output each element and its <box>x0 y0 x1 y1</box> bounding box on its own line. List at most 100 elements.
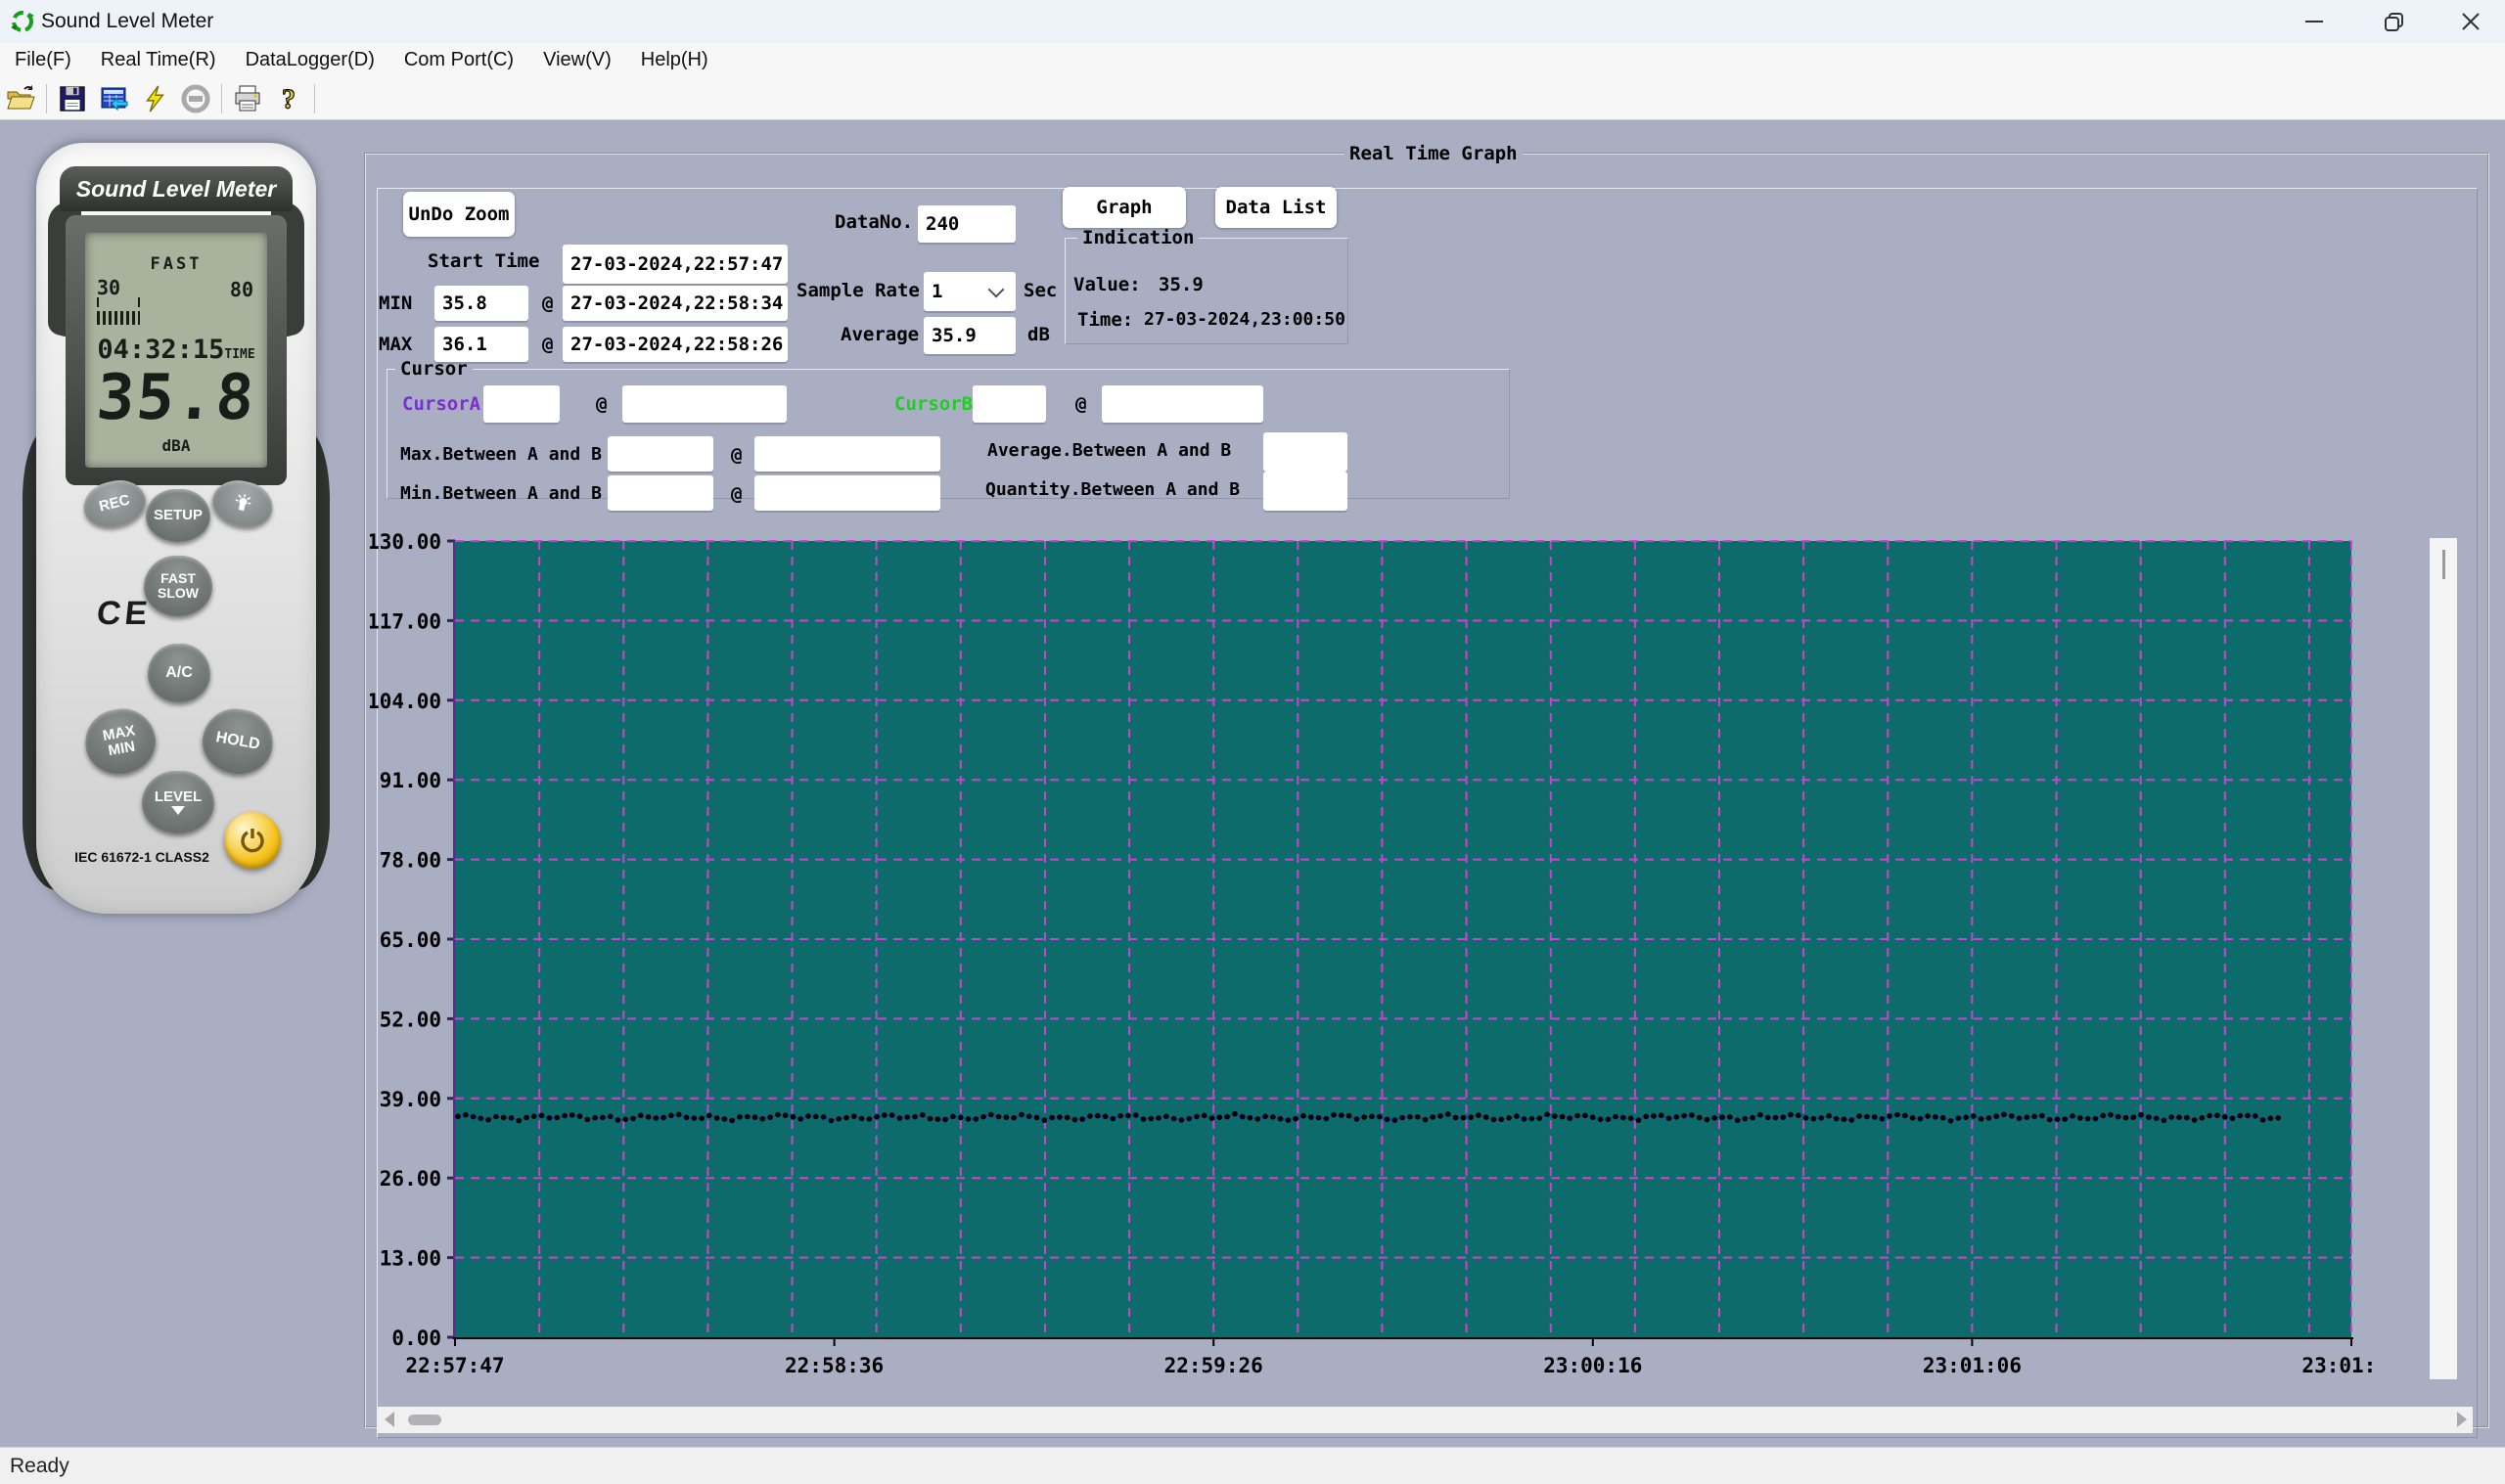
max-time-field[interactable]: 27-03-2024,22:58:26 <box>563 327 788 362</box>
quantity-between-label: Quantity.Between A and B <box>985 479 1240 500</box>
at-sign: @ <box>731 444 742 466</box>
svg-text:23:01:06: 23:01:06 <box>1923 1354 2022 1377</box>
cursor-a-value-field[interactable] <box>483 385 560 423</box>
sample-rate-unit: Sec <box>1024 280 1057 301</box>
toolbar-separator <box>46 84 47 113</box>
lcd-elapsed-time: 04:32:15TIME <box>85 335 267 365</box>
svg-text:23:00:16: 23:00:16 <box>1543 1354 1642 1377</box>
menu-file[interactable]: File(F) <box>0 43 86 77</box>
chart-horizontal-scrollbar[interactable] <box>377 1407 2473 1433</box>
power-icon <box>239 827 266 854</box>
data-no-field[interactable]: 240 <box>918 205 1016 243</box>
save-icon[interactable] <box>52 81 93 116</box>
sample-rate-label: Sample Rate <box>797 280 920 301</box>
svg-text:22:57:47: 22:57:47 <box>405 1354 504 1377</box>
down-triangle-icon <box>171 806 185 815</box>
open-file-icon[interactable] <box>0 81 41 116</box>
ce-mark: CE <box>95 595 153 633</box>
realtime-start-icon[interactable] <box>134 81 175 116</box>
quantity-between-value-field[interactable] <box>1263 472 1347 511</box>
device-fast-slow-button: FASTSLOW <box>144 556 212 616</box>
svg-text:22:58:36: 22:58:36 <box>785 1354 884 1377</box>
max-label: MAX <box>379 334 412 355</box>
cursor-b-time-field[interactable] <box>1102 385 1263 423</box>
minimize-button-icon[interactable] <box>2280 0 2348 43</box>
chart-vertical-scrollbar[interactable] <box>2430 538 2457 1379</box>
scroll-right-arrow-icon[interactable] <box>2457 1412 2467 1427</box>
average-between-value-field[interactable] <box>1263 432 1347 472</box>
start-time-field[interactable]: 27-03-2024,22:57:47 <box>563 245 788 284</box>
graph-button[interactable]: Graph <box>1063 187 1186 228</box>
min-value-field[interactable]: 35.8 <box>434 286 528 321</box>
menu-view[interactable]: View(V) <box>528 43 626 77</box>
average-field[interactable]: 35.9 <box>924 317 1016 354</box>
restore-button-icon[interactable] <box>2360 0 2429 43</box>
device-brand-text: Sound Level Meter <box>76 176 276 202</box>
min-label: MIN <box>379 292 412 314</box>
min-between-label: Min.Between A and B <box>400 483 602 504</box>
lcd-bar-marks <box>97 297 140 307</box>
svg-text:22:59:26: 22:59:26 <box>1164 1354 1263 1377</box>
svg-text:130.00: 130.00 <box>370 530 441 554</box>
undo-zoom-button[interactable]: UnDo Zoom <box>403 192 515 237</box>
indication-legend: Indication <box>1077 227 1199 248</box>
bulb-icon <box>231 492 254 516</box>
indication-group: Indication Value: 35.9 Time: 27-03-2024,… <box>1065 227 1348 344</box>
lcd-unit: dBA <box>85 436 267 455</box>
about-icon[interactable]: ? <box>268 81 309 116</box>
toolbar: ? <box>0 77 2505 120</box>
max-between-value-field[interactable] <box>608 436 713 472</box>
average-unit: dB <box>1027 324 1050 345</box>
print-icon[interactable] <box>227 81 268 116</box>
status-text: Ready <box>10 1455 69 1478</box>
cursor-legend: Cursor <box>395 358 473 380</box>
cursor-group: Cursor CursorA @ CursorB @ Max.Between A… <box>387 358 1510 499</box>
cursor-a-time-field[interactable] <box>622 385 787 423</box>
lcd-screen: FAST 30 80 04:32:15TIME 35.8 dBA <box>85 233 267 468</box>
realtime-chart[interactable]: 130.00117.00104.0091.0078.0065.0052.0039… <box>370 524 2376 1405</box>
lcd-range-high: 80 <box>230 278 253 301</box>
scroll-left-arrow-icon[interactable] <box>385 1412 394 1427</box>
max-value-field[interactable]: 36.1 <box>434 327 528 362</box>
sample-rate-select[interactable]: 1 <box>924 272 1016 311</box>
at-sign: @ <box>1075 393 1086 415</box>
menu-bar: File(F) Real Time(R) DataLogger(D) Com P… <box>0 43 2505 77</box>
menu-real-time[interactable]: Real Time(R) <box>86 43 231 77</box>
menu-datalogger[interactable]: DataLogger(D) <box>231 43 389 77</box>
svg-text:0.00: 0.00 <box>391 1327 441 1350</box>
datalogger-icon[interactable] <box>93 81 134 116</box>
vertical-scroll-thumb[interactable] <box>2442 550 2445 579</box>
stop-icon[interactable] <box>175 81 216 116</box>
svg-text:78.00: 78.00 <box>380 849 441 873</box>
max-between-time-field[interactable] <box>754 436 940 472</box>
indication-value-label: Value: <box>1073 274 1141 295</box>
average-label: Average <box>841 324 919 345</box>
min-between-value-field[interactable] <box>608 475 713 511</box>
svg-text:39.00: 39.00 <box>380 1088 441 1111</box>
menu-com-port[interactable]: Com Port(C) <box>389 43 528 77</box>
status-bar: Ready <box>0 1447 2505 1484</box>
device-certification-text: IEC 61672-1 CLASS2 <box>54 849 230 865</box>
at-sign: @ <box>596 393 607 415</box>
panel-title: Real Time Graph <box>1344 143 1523 164</box>
close-button-icon[interactable] <box>2437 0 2505 43</box>
device-setup-button: SETUP <box>146 489 210 542</box>
indication-time-label: Time: <box>1077 309 1133 331</box>
min-time-field[interactable]: 27-03-2024,22:58:34 <box>563 286 788 321</box>
chevron-down-icon <box>988 282 1005 298</box>
menu-help[interactable]: Help(H) <box>626 43 723 77</box>
device-ac-button: A/C <box>148 644 210 702</box>
horizontal-scroll-thumb[interactable] <box>408 1415 441 1425</box>
lcd-time-suffix: TIME <box>224 347 254 362</box>
indication-time: 27-03-2024,23:00:50 <box>1144 309 1345 330</box>
sound-level-meter-device-image: Sound Level Meter FAST 30 80 04:32:15TIM… <box>15 137 338 920</box>
cursor-b-value-field[interactable] <box>973 385 1046 423</box>
min-between-time-field[interactable] <box>754 475 940 511</box>
data-list-button[interactable]: Data List <box>1215 187 1337 228</box>
indication-value: 35.9 <box>1159 274 1204 295</box>
svg-text:26.00: 26.00 <box>380 1167 441 1191</box>
lcd-mode: FAST <box>85 254 267 274</box>
svg-text:?: ? <box>282 84 296 113</box>
app-icon <box>10 9 35 34</box>
real-time-graph-panel: Real Time Graph UnDo Zoom DataNo. 240 Gr… <box>364 143 2489 1428</box>
